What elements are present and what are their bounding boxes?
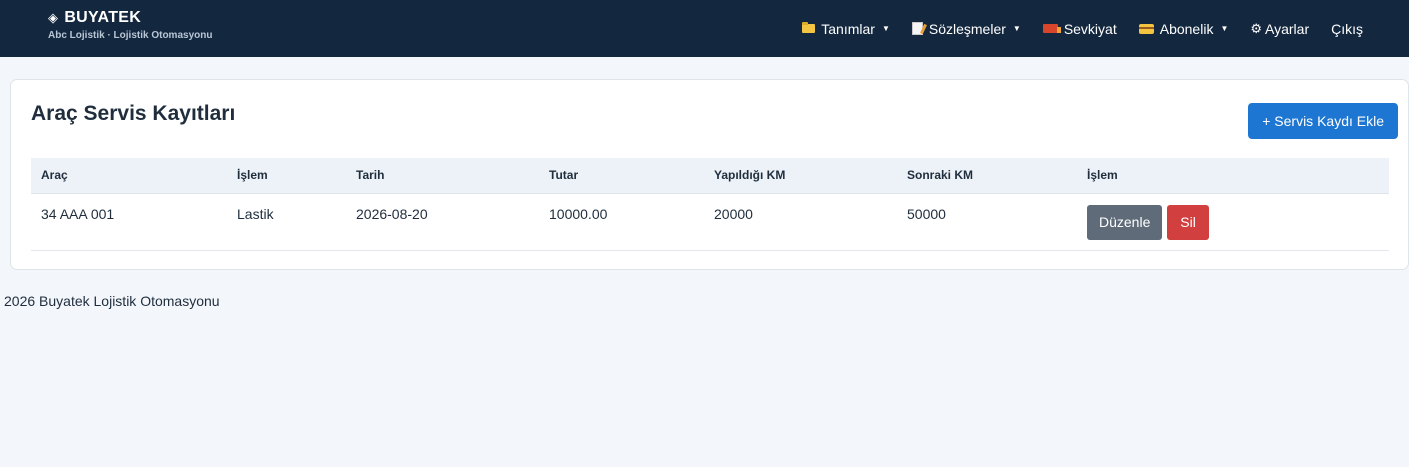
main-nav: Tanımlar ▼ Sözleşmeler ▼ Sevkiyat Abonel… xyxy=(802,0,1363,57)
table-row: 34 AAA 001 Lastik 2026-08-20 10000.00 20… xyxy=(31,193,1389,251)
column-header-islem: İşlem xyxy=(227,158,346,194)
cell-tarih: 2026-08-20 xyxy=(346,193,539,251)
nav-sozlesmeler-label: Sözleşmeler xyxy=(928,20,1006,37)
page-title: Araç Servis Kayıtları xyxy=(31,102,236,125)
column-header-tarih: Tarih xyxy=(346,158,539,194)
add-service-record-button[interactable]: + Servis Kaydı Ekle xyxy=(1248,103,1398,139)
column-header-yapildigi-km: Yapıldığı KM xyxy=(704,158,897,194)
top-navbar: ◈ BUYATEK Abc Lojistik · Lojistik Otomas… xyxy=(0,0,1409,57)
nav-tanimlar-label: Tanımlar xyxy=(821,20,875,37)
service-records-table: Araç İşlem Tarih Tutar Yapıldığı KM Sonr… xyxy=(31,158,1389,251)
diamond-icon: ◈ xyxy=(48,10,59,25)
nav-sozlesmeler[interactable]: Sözleşmeler ▼ xyxy=(911,20,1021,37)
caret-down-icon: ▼ xyxy=(881,24,890,33)
nav-abonelik[interactable]: Abonelik ▼ xyxy=(1138,20,1229,37)
nav-sevkiyat[interactable]: Sevkiyat xyxy=(1042,20,1117,37)
cell-yapildigi-km: 20000 xyxy=(704,193,897,251)
column-header-actions: İşlem xyxy=(1077,158,1389,194)
cell-tutar: 10000.00 xyxy=(539,193,704,251)
brand-title-row: ◈ BUYATEK xyxy=(48,9,212,27)
caret-down-icon: ▼ xyxy=(1012,24,1021,33)
brand[interactable]: ◈ BUYATEK Abc Lojistik · Lojistik Otomas… xyxy=(48,9,212,41)
gear-icon: ⚙ xyxy=(1250,20,1263,36)
cell-arac: 34 AAA 001 xyxy=(31,193,227,251)
card-icon xyxy=(1138,23,1154,34)
column-header-tutar: Tutar xyxy=(539,158,704,194)
truck-icon xyxy=(1042,24,1061,33)
nav-cikis-label: Çıkış xyxy=(1331,20,1363,37)
nav-ayarlar[interactable]: ⚙ Ayarlar xyxy=(1250,21,1309,37)
nav-abonelik-label: Abonelik xyxy=(1159,20,1214,37)
brand-title: BUYATEK xyxy=(64,9,142,26)
cell-sonraki-km: 50000 xyxy=(897,193,1077,251)
brand-subtitle: Abc Lojistik · Lojistik Otomasyonu xyxy=(48,30,213,41)
cell-islem: Lastik xyxy=(227,193,346,251)
footer-text: 2026 Buyatek Lojistik Otomasyonu xyxy=(4,293,220,309)
folder-icon xyxy=(802,22,816,33)
table-header-row: Araç İşlem Tarih Tutar Yapıldığı KM Sonr… xyxy=(31,158,1389,194)
caret-down-icon: ▼ xyxy=(1220,24,1229,33)
delete-button[interactable]: Sil xyxy=(1167,204,1209,240)
column-header-arac: Araç xyxy=(31,158,227,194)
edit-button[interactable]: Düzenle xyxy=(1087,204,1163,240)
nav-ayarlar-label: Ayarlar xyxy=(1265,20,1310,37)
nav-tanimlar[interactable]: Tanımlar ▼ xyxy=(802,21,890,37)
column-header-sonraki-km: Sonraki KM xyxy=(897,158,1077,194)
nav-sevkiyat-label: Sevkiyat xyxy=(1063,20,1117,37)
nav-cikis[interactable]: Çıkış xyxy=(1331,21,1363,37)
service-records-card: Araç Servis Kayıtları + Servis Kaydı Ekl… xyxy=(10,79,1409,270)
memo-icon xyxy=(911,22,923,35)
cell-actions: Düzenle Sil xyxy=(1077,193,1389,251)
